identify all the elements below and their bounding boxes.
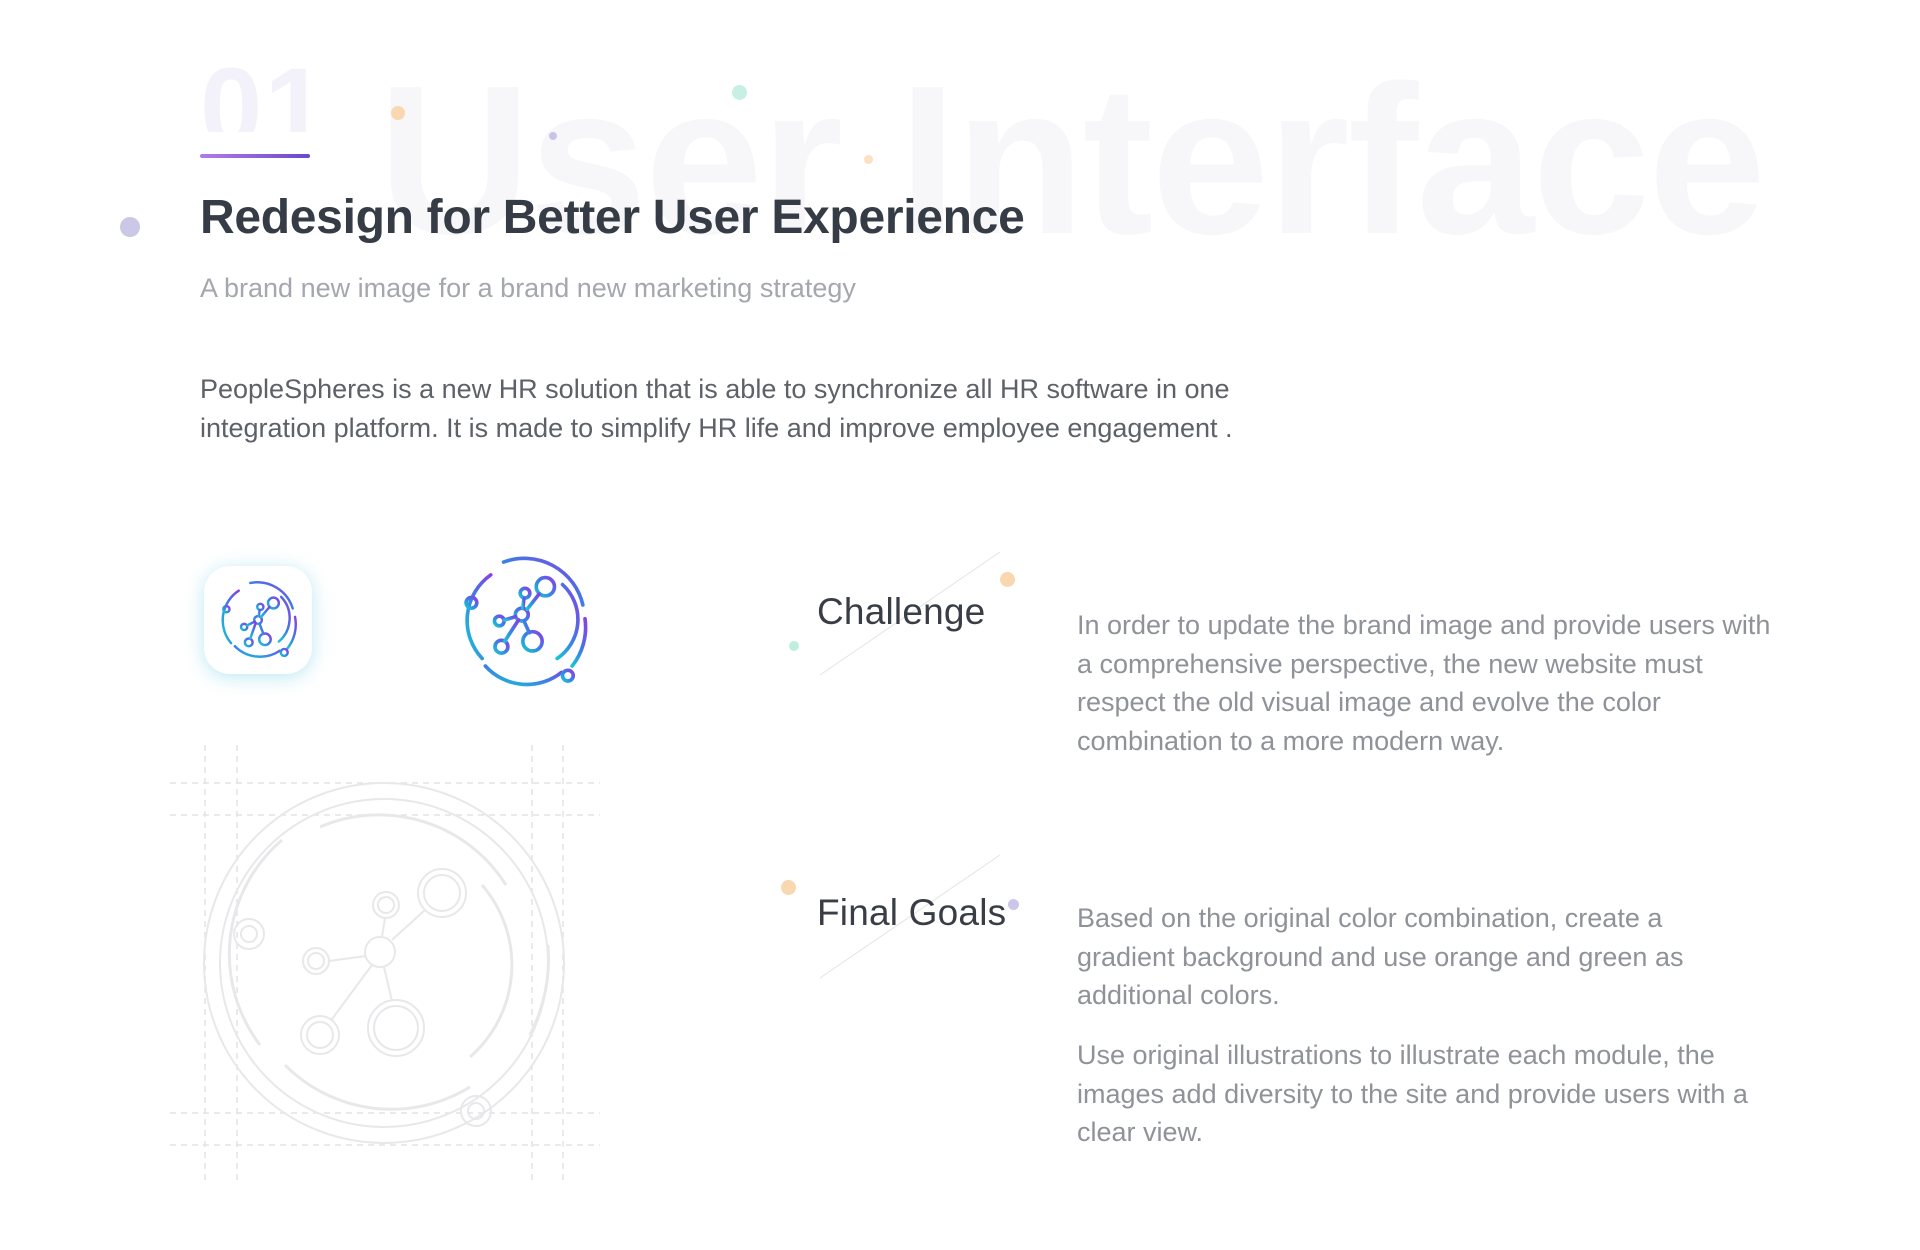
- decor-dot: [732, 85, 747, 100]
- section-heading-challenge: Challenge: [817, 591, 986, 632]
- app-icon-tile: [204, 566, 312, 674]
- section-heading-final-goals: Final Goals: [817, 892, 1007, 933]
- decor-dot: [864, 155, 873, 164]
- network-nodes-icon: [221, 581, 297, 658]
- page-subtitle: A brand new image for a brand new market…: [200, 273, 856, 303]
- title-underline: [200, 154, 310, 158]
- page-title: Redesign for Better User Experience: [200, 191, 1025, 244]
- challenge-paragraph: In order to update the brand image and p…: [1077, 610, 1771, 756]
- decor-dot: [549, 132, 557, 140]
- section-number: 01: [200, 52, 329, 132]
- intro-paragraph: PeopleSpheres is a new HR solution that …: [200, 374, 1233, 443]
- decor-dot: [789, 641, 799, 651]
- decor-dot: [781, 880, 796, 895]
- network-nodes-logo: [464, 556, 588, 687]
- decor-dot: [120, 217, 140, 237]
- decor-dot: [391, 106, 405, 120]
- final-goals-paragraph-2: Use original illustrations to illustrate…: [1077, 1040, 1748, 1147]
- final-goals-paragraph-1: Based on the original color combination,…: [1077, 903, 1684, 1010]
- logo-construction-grid: [170, 745, 600, 1180]
